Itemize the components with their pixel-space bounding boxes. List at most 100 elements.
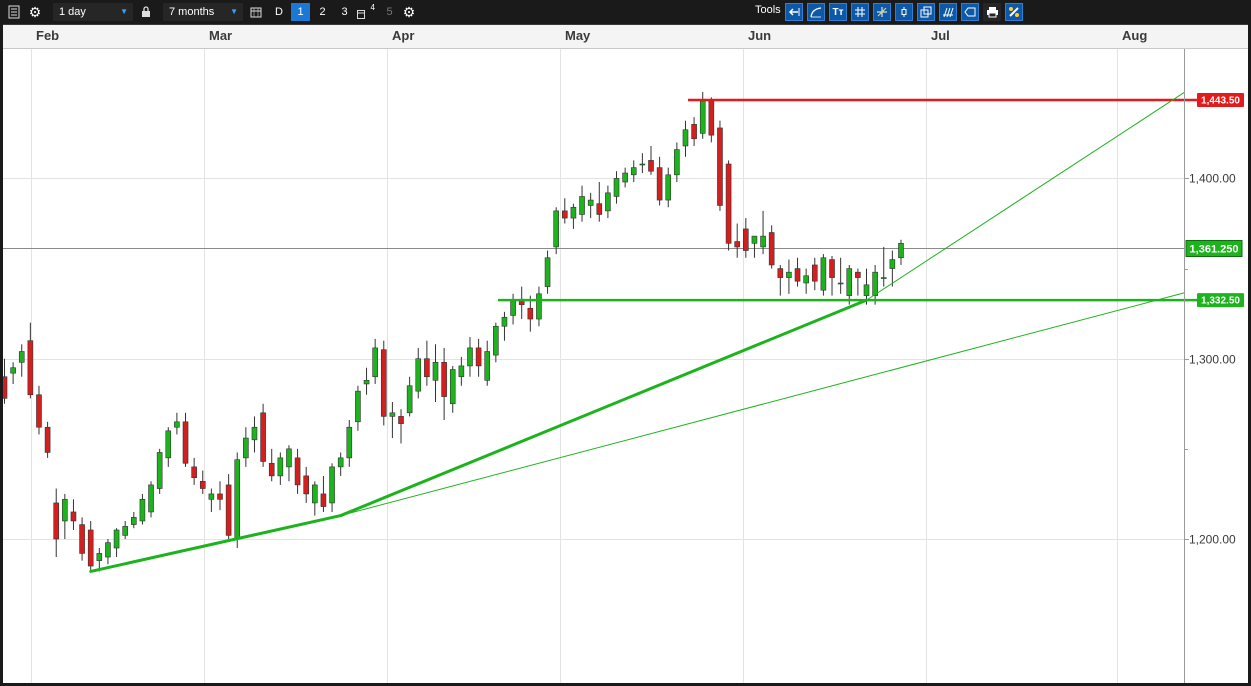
candle: [389, 401, 396, 439]
candle: [355, 385, 361, 431]
candle: [803, 268, 809, 294]
candle: [751, 235, 758, 258]
candle-body: [648, 160, 654, 172]
candle-body: [872, 271, 878, 296]
candle-body: [363, 380, 370, 385]
candle-body: [208, 493, 215, 500]
trend-line-primary: [89, 514, 343, 573]
candle: [53, 488, 60, 558]
candle: [398, 409, 404, 444]
candle-body: [87, 529, 94, 567]
candle: [329, 463, 335, 512]
candle-body: [889, 259, 896, 269]
candle-body: [380, 349, 387, 417]
candle: [536, 286, 542, 327]
candle-body: [561, 210, 568, 219]
candle: [674, 142, 680, 183]
candle-body: [605, 192, 611, 212]
candle: [303, 466, 310, 503]
candle-body: [251, 426, 258, 441]
candle: [682, 120, 689, 157]
candle-body: [570, 206, 577, 219]
candle-body: [18, 351, 25, 363]
trend-line-secondary: [340, 292, 1185, 517]
candle-body: [536, 293, 542, 320]
candle: [380, 340, 387, 426]
candle: [372, 338, 378, 384]
candle: [484, 340, 491, 386]
candle: [811, 257, 818, 291]
candle-body: [156, 452, 163, 489]
candle-body: [639, 163, 646, 166]
candle: [889, 250, 896, 287]
candle-body: [760, 235, 766, 248]
trend-line-secondary: [866, 92, 1185, 301]
candle: [44, 421, 51, 458]
candle: [786, 259, 792, 294]
candle: [286, 445, 292, 482]
candle-body: [449, 369, 456, 405]
candle-body: [708, 100, 715, 136]
candle-body: [1, 376, 8, 399]
candles: [1, 91, 904, 572]
candle: [561, 198, 568, 224]
candle: [708, 97, 715, 143]
candle-body: [751, 235, 758, 244]
candle: [493, 322, 499, 363]
candle: [510, 293, 516, 325]
candle: [363, 367, 370, 395]
candle: [725, 160, 732, 251]
candle: [570, 203, 577, 229]
candle: [579, 185, 585, 222]
candle: [768, 225, 775, 269]
candle: [846, 264, 853, 305]
candle-body: [312, 484, 318, 504]
candle-body: [424, 358, 430, 378]
candle-body: [139, 499, 146, 522]
grid-layer: [3, 25, 1184, 683]
candle-body: [475, 347, 482, 367]
candle-body: [880, 277, 887, 279]
candle-body: [329, 466, 335, 504]
candle: [105, 539, 111, 565]
candle: [441, 347, 447, 421]
candle-body: [303, 475, 310, 495]
candle-body: [898, 243, 904, 259]
candle-body: [70, 511, 77, 522]
candle-body: [217, 493, 223, 500]
candle-body: [441, 362, 447, 397]
x-tick-label: May: [565, 28, 591, 43]
candle-body: [811, 264, 818, 282]
candle: [346, 420, 353, 467]
candle: [79, 517, 85, 561]
candle-body: [863, 284, 870, 296]
candle-body: [398, 416, 404, 424]
candle: [855, 268, 861, 296]
price-level-label: 1,332.50: [1201, 296, 1240, 307]
candle: [432, 344, 439, 402]
candle: [760, 210, 766, 255]
candle: [794, 257, 801, 287]
candle: [62, 493, 68, 539]
candle: [1, 358, 8, 404]
candle: [501, 311, 508, 341]
candle-body: [260, 412, 266, 462]
candle-body: [174, 421, 180, 428]
candle: [449, 365, 456, 413]
candlestick-chart[interactable]: Feb Mar Apr May Jun Jul Aug 1,400.001,300.001,…: [0, 0, 1251, 686]
candle: [467, 337, 473, 377]
candle-body: [734, 241, 741, 248]
candle-body: [682, 129, 689, 147]
candle-body: [596, 203, 603, 215]
candle-body: [105, 542, 111, 558]
candle-body: [544, 257, 551, 287]
candle-body: [553, 210, 559, 248]
candle: [544, 250, 551, 294]
candle-body: [579, 196, 585, 215]
candle: [148, 481, 154, 518]
candle: [27, 322, 34, 399]
candle-body: [320, 493, 327, 507]
candle: [605, 185, 611, 219]
candle-body: [829, 259, 835, 278]
candle: [217, 481, 223, 511]
